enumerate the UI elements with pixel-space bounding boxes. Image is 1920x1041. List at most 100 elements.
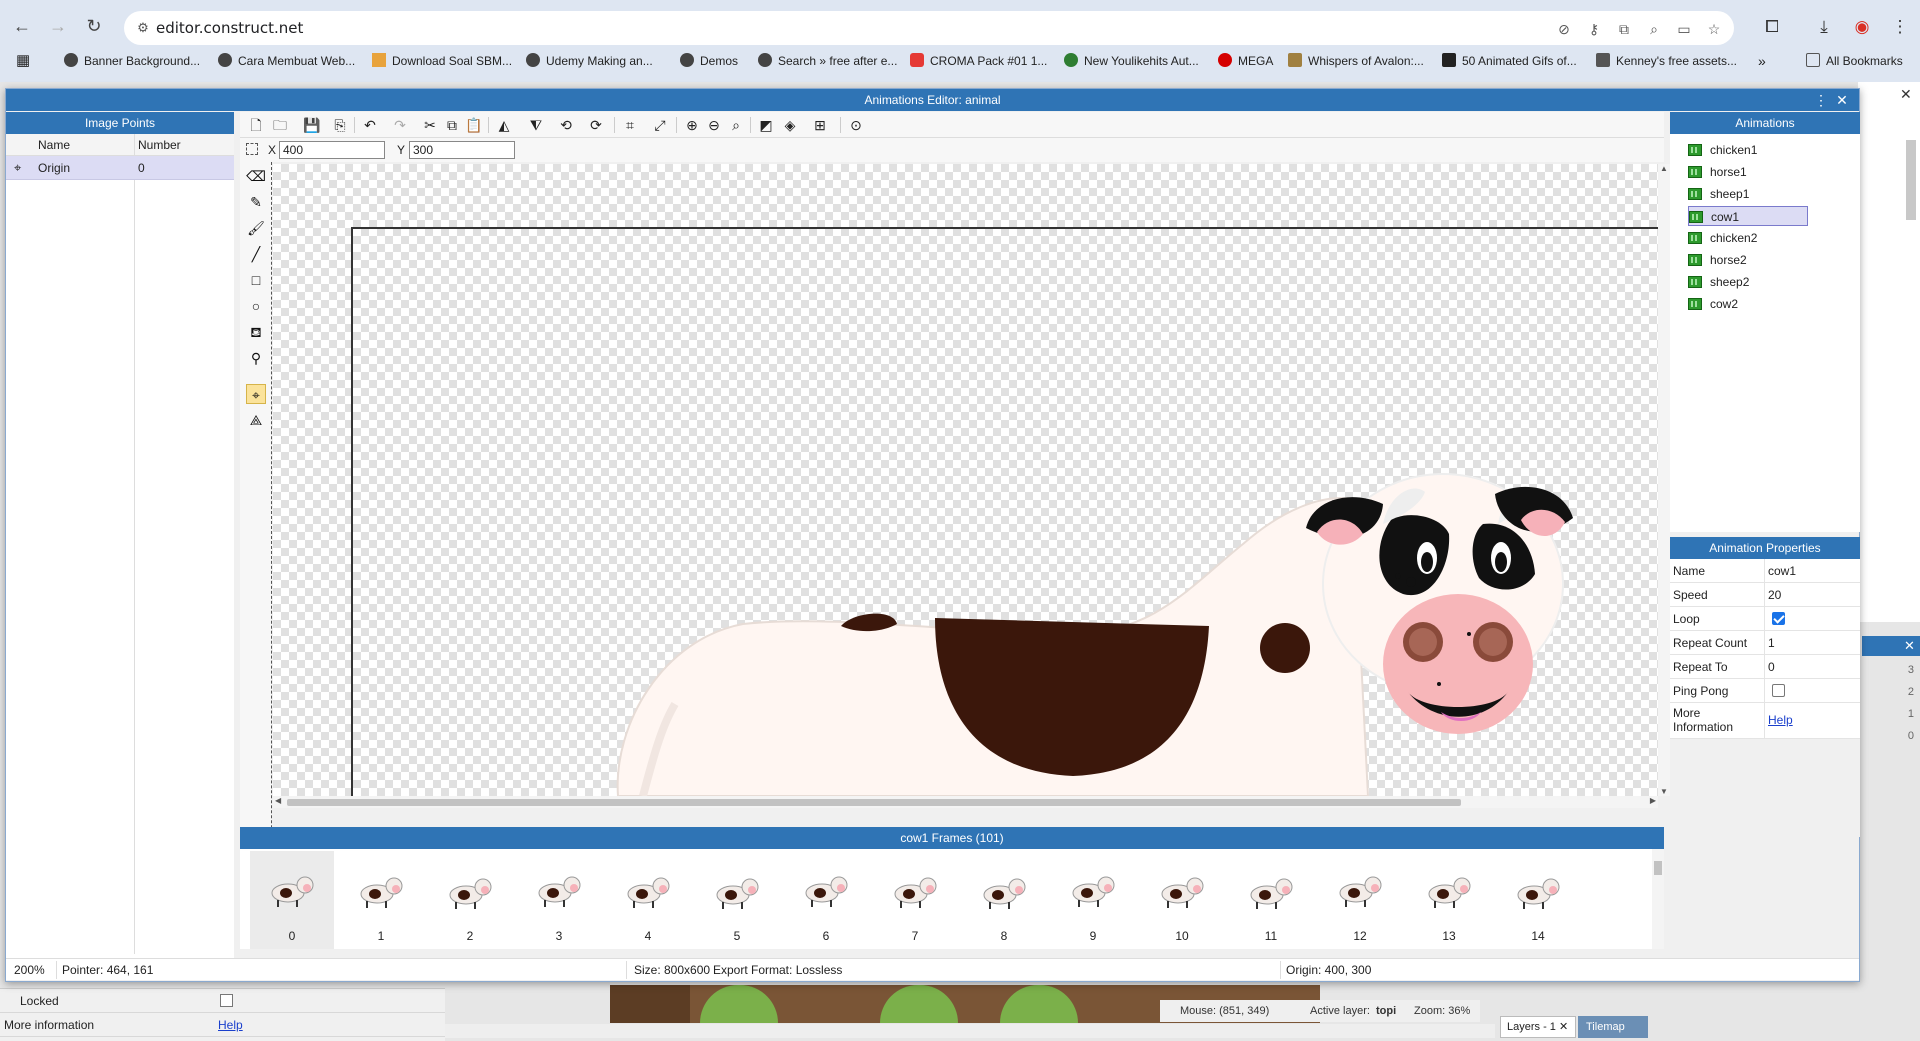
bookmark-item[interactable]: Banner Background... xyxy=(64,51,200,71)
extension-app-icon[interactable]: ◉ xyxy=(1848,13,1876,41)
open-in-app-icon[interactable]: ⧉ xyxy=(1614,19,1634,39)
bookmark-item[interactable]: Download Soal SBM... xyxy=(372,51,512,71)
frames-scrollbar[interactable] xyxy=(1652,849,1664,949)
frame-thumbnail[interactable]: 13 xyxy=(1407,851,1491,949)
scroll-left-icon[interactable]: ◀ xyxy=(275,796,281,805)
horizontal-scroll-thumb[interactable] xyxy=(287,799,1461,806)
redo-icon[interactable]: ↷ xyxy=(390,115,410,135)
frame-thumbnail[interactable]: 0 xyxy=(250,851,334,949)
paste-icon[interactable]: 📋 xyxy=(464,115,484,135)
color-mode-icon[interactable]: ◩ xyxy=(756,115,776,135)
open-folder-icon[interactable]: 🗀 xyxy=(270,115,290,135)
grid-icon[interactable]: ⊞ xyxy=(810,115,830,135)
password-key-icon[interactable]: ⚷ xyxy=(1584,19,1604,39)
locked-checkbox[interactable] xyxy=(220,994,233,1007)
frame-thumbnail[interactable]: 9 xyxy=(1051,851,1135,949)
image-points-tool-icon[interactable]: ⌖ xyxy=(246,384,266,404)
layers-close-icon[interactable]: ✕ xyxy=(1904,638,1915,654)
repeat-count-value[interactable]: 1 xyxy=(1768,636,1775,650)
frame-thumbnail[interactable]: 7 xyxy=(873,851,957,949)
zoom-reset-icon[interactable]: ⌕ xyxy=(726,115,746,135)
export-icon[interactable]: ⎘ xyxy=(330,115,350,135)
rotate-cw-icon[interactable]: ⟳ xyxy=(586,115,606,135)
background-close-icon[interactable]: ✕ xyxy=(1900,86,1912,103)
tab-close-icon[interactable]: ✕ xyxy=(1559,1021,1568,1033)
reload-icon[interactable]: ↻ xyxy=(78,10,110,42)
loop-checkbox[interactable] xyxy=(1772,612,1785,625)
bookmark-item[interactable]: Kenney's free assets... xyxy=(1596,51,1737,71)
new-file-icon[interactable]: 🗋 xyxy=(246,115,266,135)
cut-icon[interactable]: ✂ xyxy=(420,115,440,135)
frame-thumbnail[interactable]: 5 xyxy=(695,851,779,949)
bookmark-item[interactable]: MEGA xyxy=(1218,51,1273,71)
repeat-to-value[interactable]: 0 xyxy=(1768,660,1775,674)
zoom-in-icon[interactable]: ⊕ xyxy=(682,115,702,135)
address-bar[interactable]: ⚙ editor.construct.net ⊘ ⚷ ⧉ ⌕ ▭ ☆ xyxy=(124,11,1734,45)
rectangle-icon[interactable]: □ xyxy=(246,270,266,290)
frame-thumbnail[interactable]: 3 xyxy=(517,851,601,949)
frame-thumbnail[interactable]: 10 xyxy=(1140,851,1224,949)
crop-icon[interactable]: ⌗ xyxy=(620,115,640,135)
layout-horizontal-scrollbar[interactable] xyxy=(445,1024,1495,1038)
resize-icon[interactable]: ⤢ xyxy=(650,115,670,135)
ping-pong-checkbox[interactable] xyxy=(1772,684,1785,697)
background-scrollbar[interactable] xyxy=(1906,140,1916,220)
bookmark-item[interactable]: CROMA Pack #01 1... xyxy=(910,51,1047,71)
frame-thumbnail[interactable]: 1 xyxy=(339,851,423,949)
pencil-icon[interactable]: ✎ xyxy=(246,192,266,212)
bookmark-item[interactable]: Demos xyxy=(680,51,738,71)
frame-thumbnail[interactable]: 11 xyxy=(1229,851,1313,949)
preview-play-icon[interactable]: ⊙ xyxy=(846,115,866,135)
eraser-icon[interactable]: ⌫ xyxy=(246,166,266,186)
animation-item-horse2[interactable]: horse2 xyxy=(1688,250,1808,270)
color-picker-icon[interactable]: ⚲ xyxy=(246,348,266,368)
more-bookmarks-button[interactable]: » xyxy=(1758,51,1766,71)
fill-bucket-icon[interactable]: ⛾ xyxy=(246,322,266,342)
bookmark-star-icon[interactable]: ☆ xyxy=(1704,19,1724,39)
dialog-menu-icon[interactable]: ⋮ xyxy=(1813,89,1829,111)
canvas-horizontal-scrollbar[interactable]: ◀ ▶ xyxy=(273,796,1658,808)
image-point-row[interactable]: ⌖ Origin 0 xyxy=(6,156,234,180)
dialog-close-icon[interactable]: ✕ xyxy=(1833,89,1851,111)
image-canvas[interactable] xyxy=(273,164,1658,796)
help-link[interactable]: Help xyxy=(1768,713,1793,727)
install-app-icon[interactable]: ▭ xyxy=(1674,19,1694,39)
collision-polygon-icon[interactable]: ⟁ xyxy=(246,410,266,430)
bookmark-item[interactable]: Search » free after e... xyxy=(758,51,897,71)
line-icon[interactable]: ╱ xyxy=(246,244,266,264)
frame-thumbnail[interactable]: 4 xyxy=(606,851,690,949)
forward-icon[interactable]: → xyxy=(42,10,74,42)
y-input[interactable]: 300 xyxy=(409,141,515,159)
downloads-icon[interactable]: ⤓ xyxy=(1810,13,1838,41)
frame-thumbnail[interactable]: 14 xyxy=(1496,851,1580,949)
speed-value[interactable]: 20 xyxy=(1768,588,1781,602)
bookmark-item[interactable]: New Youlikehits Aut... xyxy=(1064,51,1199,71)
frames-scroll-thumb[interactable] xyxy=(1654,861,1662,875)
select-rect-icon[interactable] xyxy=(246,143,258,155)
flip-icon[interactable]: ⧨ xyxy=(526,115,546,135)
scroll-right-icon[interactable]: ▶ xyxy=(1650,796,1656,805)
frame-thumbnail[interactable]: 8 xyxy=(962,851,1046,949)
x-input[interactable]: 400 xyxy=(279,141,385,159)
animation-item-chicken1[interactable]: chicken1 xyxy=(1688,140,1808,160)
animation-item-sheep1[interactable]: sheep1 xyxy=(1688,184,1808,204)
save-icon[interactable]: 💾 xyxy=(302,115,322,135)
back-icon[interactable]: ← xyxy=(6,10,38,42)
help-link[interactable]: Help xyxy=(218,1018,243,1032)
animation-item-cow2[interactable]: cow2 xyxy=(1688,294,1808,314)
frame-thumbnail[interactable]: 12 xyxy=(1318,851,1402,949)
brush-icon[interactable]: 🖌 xyxy=(246,218,266,238)
animation-item-cow1[interactable]: cow1 xyxy=(1688,206,1808,226)
animation-item-sheep2[interactable]: sheep2 xyxy=(1688,272,1808,292)
mirror-icon[interactable]: ◭ xyxy=(494,115,514,135)
bookmark-item[interactable]: 50 Animated Gifs of... xyxy=(1442,51,1577,71)
animation-item-horse1[interactable]: horse1 xyxy=(1688,162,1808,182)
rotate-ccw-icon[interactable]: ⟲ xyxy=(556,115,576,135)
animation-item-chicken2[interactable]: chicken2 xyxy=(1688,228,1808,248)
bookmark-item[interactable]: Udemy Making an... xyxy=(526,51,653,71)
scroll-down-icon[interactable]: ▼ xyxy=(1660,787,1668,796)
extensions-icon[interactable]: ⧠ xyxy=(1758,13,1786,41)
frame-thumbnail[interactable]: 6 xyxy=(784,851,868,949)
zoom-out-icon[interactable]: ⊖ xyxy=(704,115,724,135)
ellipse-icon[interactable]: ○ xyxy=(246,296,266,316)
